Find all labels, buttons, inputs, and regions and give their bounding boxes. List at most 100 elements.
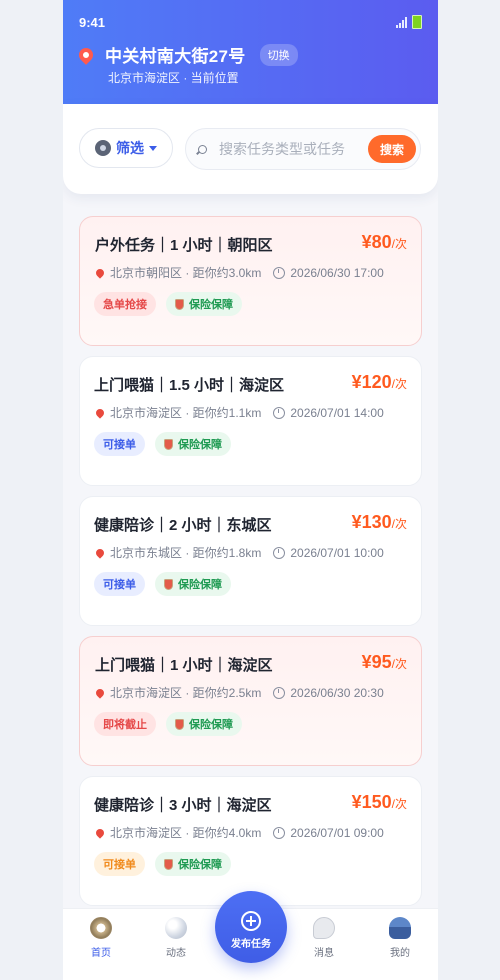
search-icon (198, 144, 207, 154)
shield-icon (175, 718, 184, 730)
task-title: 户外任务｜1 小时｜朝阳区 (95, 237, 273, 254)
battery-icon (412, 15, 422, 29)
price-amount: ¥130 (351, 512, 392, 532)
status-bar: 9:41 (79, 14, 422, 30)
search-input[interactable] (217, 140, 361, 158)
tab-home-label: 首页 (91, 948, 111, 959)
price-amount: ¥95 (361, 652, 392, 672)
tab-feed[interactable]: 动态 (146, 917, 206, 959)
task-location: 北京市海淀区 · 距你约2.5km (110, 686, 262, 700)
shield-icon (164, 578, 173, 590)
chat-icon (313, 917, 335, 939)
app-screen: 9:41 中关村南大街27号 切换 北京市海淀区 · 当前位置 筛选 搜索 户外… (63, 0, 438, 980)
task-meta: 北京市海淀区 · 距你约2.5km 2026/06/30 20:30 (94, 684, 384, 701)
task-time: 2026/06/30 17:00 (290, 265, 384, 280)
task-card[interactable]: 户外任务｜1 小时｜朝阳区 ¥80/次 北京市朝阳区 · 距你约3.0km 20… (79, 216, 422, 346)
filter-button[interactable]: 筛选 (79, 128, 173, 168)
price-amount: ¥120 (351, 372, 392, 392)
insurance-badge: 保险保障 (155, 852, 231, 876)
task-card[interactable]: 健康陪诊｜2 小时｜东城区 ¥130/次 北京市东城区 · 距你约1.8km 2… (79, 496, 422, 626)
clock-icon (273, 406, 286, 419)
task-list: 户外任务｜1 小时｜朝阳区 ¥80/次 北京市朝阳区 · 距你约3.0km 20… (79, 216, 422, 916)
task-meta: 北京市海淀区 · 距你约4.0km 2026/07/01 09:00 (94, 824, 384, 841)
location-subtitle: 北京市海淀区 · 当前位置 (108, 71, 239, 85)
tab-feed-label: 动态 (166, 948, 186, 959)
location-title: 中关村南大街27号 (105, 47, 246, 66)
insurance-badge: 保险保障 (155, 432, 231, 456)
task-location: 北京市东城区 · 距你约1.8km (110, 546, 262, 560)
search-box: 搜索 (185, 128, 421, 170)
shield-icon (175, 298, 184, 310)
price-unit: /次 (391, 377, 407, 391)
status-badge: 可接单 (94, 572, 145, 596)
bubbles-icon (165, 917, 187, 939)
task-time: 2026/07/01 10:00 (290, 545, 384, 560)
tab-home[interactable]: 首页 (71, 917, 131, 959)
filter-label: 筛选 (116, 140, 144, 156)
publish-task-label: 发布任务 (231, 939, 271, 950)
search-button[interactable]: 搜索 (368, 135, 416, 163)
insurance-badge: 保险保障 (166, 292, 242, 316)
status-icons (396, 15, 422, 29)
task-title: 健康陪诊｜2 小时｜东城区 (94, 517, 272, 534)
insurance-label: 保险保障 (178, 859, 222, 871)
task-location: 北京市朝阳区 · 距你约3.0km (110, 266, 262, 280)
publish-task-button[interactable]: 发布任务 (215, 891, 287, 963)
task-meta: 北京市海淀区 · 距你约1.1km 2026/07/01 14:00 (94, 404, 384, 421)
clock-icon (273, 546, 286, 559)
task-card[interactable]: 上门喂猫｜1.5 小时｜海淀区 ¥120/次 北京市海淀区 · 距你约1.1km… (79, 356, 422, 486)
task-price: ¥150/次 (352, 792, 407, 813)
location-pin-icon (94, 686, 106, 699)
task-price: ¥120/次 (352, 372, 407, 393)
shield-icon (164, 858, 173, 870)
compass-icon (90, 917, 112, 939)
gear-icon (95, 140, 111, 156)
status-badge: 可接单 (94, 852, 145, 876)
price-unit: /次 (391, 797, 407, 811)
insurance-label: 保险保障 (178, 579, 222, 591)
price-amount: ¥80 (361, 232, 392, 252)
task-time: 2026/07/01 09:00 (290, 825, 384, 840)
task-price: ¥80/次 (362, 232, 407, 253)
clock-icon (273, 686, 286, 699)
location-row[interactable]: 中关村南大街27号 切换 (76, 42, 298, 67)
shield-icon (164, 438, 173, 450)
task-time: 2026/07/01 14:00 (290, 405, 384, 420)
location-pin-icon (94, 826, 106, 839)
plus-icon (241, 911, 261, 931)
location-pin-icon (94, 406, 106, 419)
price-amount: ¥150 (351, 792, 392, 812)
price-unit: /次 (391, 517, 407, 531)
task-card[interactable]: 上门喂猫｜1 小时｜海淀区 ¥95/次 北京市海淀区 · 距你约2.5km 20… (79, 636, 422, 766)
insurance-label: 保险保障 (178, 439, 222, 451)
price-unit: /次 (391, 237, 407, 251)
tab-me[interactable]: 我的 (370, 917, 430, 959)
insurance-label: 保险保障 (189, 719, 233, 731)
insurance-label: 保险保障 (189, 299, 233, 311)
clock-icon (273, 266, 286, 279)
switch-location-button[interactable]: 切换 (259, 43, 298, 66)
clock-icon (273, 826, 286, 839)
task-title: 上门喂猫｜1 小时｜海淀区 (95, 657, 273, 674)
task-meta: 北京市朝阳区 · 距你约3.0km 2026/06/30 17:00 (94, 264, 384, 281)
task-location: 北京市海淀区 · 距你约1.1km (110, 406, 262, 420)
task-tags: 急单抢接 保险保障 (94, 292, 242, 316)
status-badge: 急单抢接 (94, 292, 156, 316)
task-location: 北京市海淀区 · 距你约4.0km (110, 826, 262, 840)
task-title: 健康陪诊｜3 小时｜海淀区 (94, 797, 272, 814)
task-tags: 可接单 保险保障 (94, 852, 231, 876)
location-pin-icon (94, 546, 106, 559)
tab-messages[interactable]: 消息 (294, 917, 354, 959)
header: 9:41 中关村南大街27号 切换 北京市海淀区 · 当前位置 (63, 0, 438, 104)
task-tags: 即将截止 保险保障 (94, 712, 242, 736)
person-icon (389, 917, 411, 939)
task-card[interactable]: 健康陪诊｜3 小时｜海淀区 ¥150/次 北京市海淀区 · 距你约4.0km 2… (79, 776, 422, 906)
task-price: ¥130/次 (352, 512, 407, 533)
task-meta: 北京市东城区 · 距你约1.8km 2026/07/01 10:00 (94, 544, 384, 561)
task-time: 2026/06/30 20:30 (290, 685, 384, 700)
signal-icon (396, 16, 407, 28)
insurance-badge: 保险保障 (155, 572, 231, 596)
task-title: 上门喂猫｜1.5 小时｜海淀区 (94, 377, 285, 394)
task-tags: 可接单 保险保障 (94, 432, 231, 456)
tab-me-label: 我的 (390, 948, 410, 959)
